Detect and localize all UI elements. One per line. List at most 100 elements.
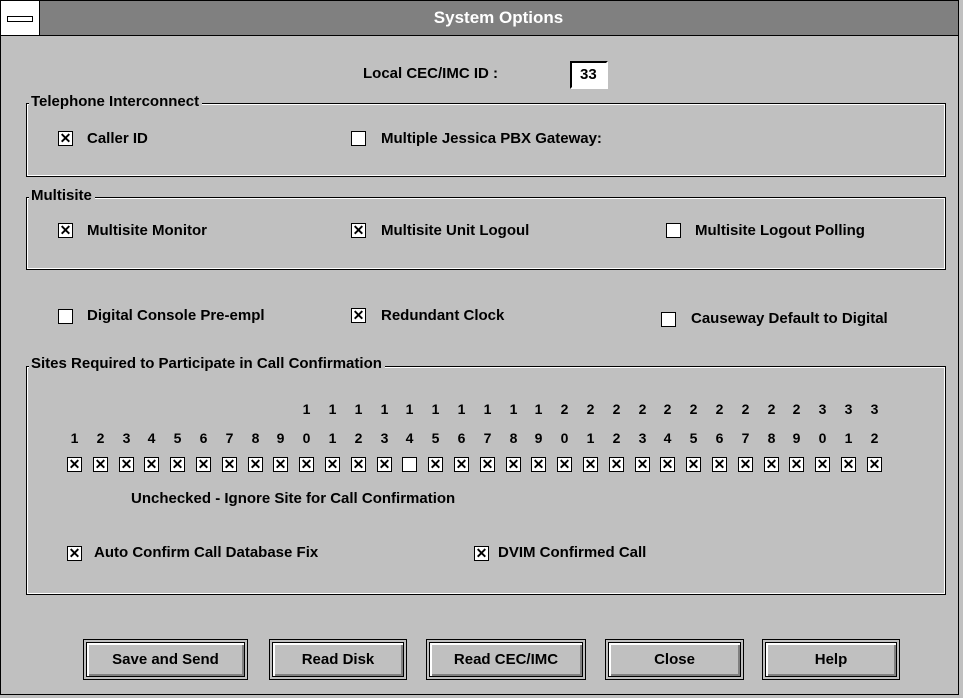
site-checkbox[interactable]: ✕ (789, 457, 804, 472)
site-tens-digit: 1 (405, 401, 414, 417)
site-checkbox[interactable]: ✕ (119, 457, 134, 472)
site-checkbox[interactable]: ✕ (351, 457, 366, 472)
site-checkbox[interactable]: ✕ (867, 457, 882, 472)
dvim-confirmed-label: DVIM Confirmed Call (498, 544, 647, 561)
site-ones-digit: 6 (457, 430, 466, 446)
site-checkbox[interactable]: ✕ (686, 457, 701, 472)
site-ones-digit: 9 (534, 430, 543, 446)
site-tens-digit: 2 (715, 401, 724, 417)
close-button[interactable]: Close (608, 642, 741, 677)
site-ones-digit: 3 (122, 430, 131, 446)
redundant-clock-label: Redundant Clock (381, 307, 505, 324)
system-menu-icon[interactable] (1, 1, 40, 35)
site-checkbox[interactable]: ✕ (144, 457, 159, 472)
auto-confirm-label: Auto Confirm Call Database Fix (94, 544, 319, 561)
auto-confirm-checkbox[interactable]: ✕ (67, 546, 82, 561)
site-checkbox[interactable]: ✕ (660, 457, 675, 472)
site-checkbox[interactable]: ✕ (454, 457, 469, 472)
caller-id-checkbox[interactable]: ✕ (58, 131, 73, 146)
system-options-window: System Options Local CEC/IMC ID : 33 Tel… (0, 0, 959, 695)
site-checkbox[interactable]: ✕ (428, 457, 443, 472)
site-ones-digit: 1 (70, 430, 79, 446)
digital-console-checkbox[interactable] (58, 309, 73, 324)
site-ones-digit: 7 (225, 430, 234, 446)
site-checkbox[interactable]: ✕ (609, 457, 624, 472)
multisite-monitor-checkbox[interactable]: ✕ (58, 223, 73, 238)
site-ones-digit: 7 (741, 430, 750, 446)
site-tens-digit: 2 (663, 401, 672, 417)
site-ones-digit: 8 (509, 430, 518, 446)
site-ones-digit: 2 (354, 430, 363, 446)
help-button[interactable]: Help (765, 642, 897, 677)
site-checkbox[interactable]: ✕ (738, 457, 753, 472)
site-tens-digit: 2 (767, 401, 776, 417)
site-checkbox[interactable]: ✕ (248, 457, 263, 472)
site-checkbox[interactable]: ✕ (93, 457, 108, 472)
site-tens-digit: 2 (612, 401, 621, 417)
caller-id-label: Caller ID (87, 130, 148, 147)
site-checkbox[interactable]: ✕ (273, 457, 288, 472)
site-checkbox[interactable]: ✕ (480, 457, 495, 472)
site-tens-digit: 2 (792, 401, 801, 417)
site-ones-digit: 0 (560, 430, 569, 446)
multisite-logout-polling-checkbox[interactable] (666, 223, 681, 238)
telephone-interconnect-title: Telephone Interconnect (29, 93, 203, 111)
site-tens-digit: 1 (431, 401, 440, 417)
causeway-checkbox[interactable] (661, 312, 676, 327)
site-checkbox[interactable] (402, 457, 417, 472)
site-ones-digit: 4 (663, 430, 672, 446)
site-ones-digit: 1 (328, 430, 337, 446)
site-ones-digit: 4 (147, 430, 156, 446)
multiple-pbx-label: Multiple Jessica PBX Gateway: (381, 130, 602, 147)
title-bar: System Options (1, 1, 958, 36)
site-tens-digit: 1 (483, 401, 492, 417)
site-ones-digit: 6 (715, 430, 724, 446)
local-id-field[interactable]: 33 (570, 61, 608, 89)
site-tens-digit: 3 (870, 401, 879, 417)
site-tens-digit: 1 (509, 401, 518, 417)
site-checkbox[interactable]: ✕ (222, 457, 237, 472)
dvim-confirmed-checkbox[interactable]: ✕ (474, 546, 489, 561)
site-checkbox[interactable]: ✕ (557, 457, 572, 472)
site-checkbox[interactable]: ✕ (506, 457, 521, 472)
site-checkbox[interactable]: ✕ (299, 457, 314, 472)
site-ones-digit: 9 (276, 430, 285, 446)
save-and-send-button[interactable]: Save and Send (86, 642, 245, 677)
digital-console-label: Digital Console Pre-empl (87, 307, 265, 324)
site-ones-digit: 5 (173, 430, 182, 446)
read-cec-imc-button[interactable]: Read CEC/IMC (429, 642, 583, 677)
site-ones-digit: 1 (844, 430, 853, 446)
site-ones-digit: 0 (818, 430, 827, 446)
site-checkbox[interactable]: ✕ (583, 457, 598, 472)
site-checkbox[interactable]: ✕ (635, 457, 650, 472)
site-checkbox[interactable]: ✕ (325, 457, 340, 472)
site-checkbox[interactable]: ✕ (67, 457, 82, 472)
site-ones-digit: 2 (612, 430, 621, 446)
site-checkbox[interactable]: ✕ (841, 457, 856, 472)
site-checkbox[interactable]: ✕ (712, 457, 727, 472)
site-checkbox[interactable]: ✕ (377, 457, 392, 472)
call-confirmation-title: Sites Required to Participate in Call Co… (29, 355, 385, 373)
multisite-unit-logout-label: Multisite Unit Logoul (381, 222, 530, 239)
site-tens-digit: 2 (741, 401, 750, 417)
site-checkbox[interactable]: ✕ (196, 457, 211, 472)
multisite-unit-logout-checkbox[interactable]: ✕ (351, 223, 366, 238)
site-tens-digit: 3 (818, 401, 827, 417)
multisite-monitor-label: Multisite Monitor (87, 222, 207, 239)
site-checkbox[interactable]: ✕ (170, 457, 185, 472)
redundant-clock-checkbox[interactable]: ✕ (351, 308, 366, 323)
site-tens-digit: 1 (328, 401, 337, 417)
site-ones-digit: 1 (586, 430, 595, 446)
multiple-pbx-checkbox[interactable] (351, 131, 366, 146)
site-tens-digit: 2 (560, 401, 569, 417)
site-checkbox[interactable]: ✕ (531, 457, 546, 472)
site-ones-digit: 8 (251, 430, 260, 446)
multisite-title: Multisite (29, 187, 95, 205)
site-checkbox[interactable]: ✕ (815, 457, 830, 472)
site-ones-digit: 3 (380, 430, 389, 446)
read-disk-button[interactable]: Read Disk (272, 642, 404, 677)
site-ones-digit: 0 (302, 430, 311, 446)
site-checkbox[interactable]: ✕ (764, 457, 779, 472)
site-tens-digit: 1 (354, 401, 363, 417)
site-tens-digit: 1 (457, 401, 466, 417)
